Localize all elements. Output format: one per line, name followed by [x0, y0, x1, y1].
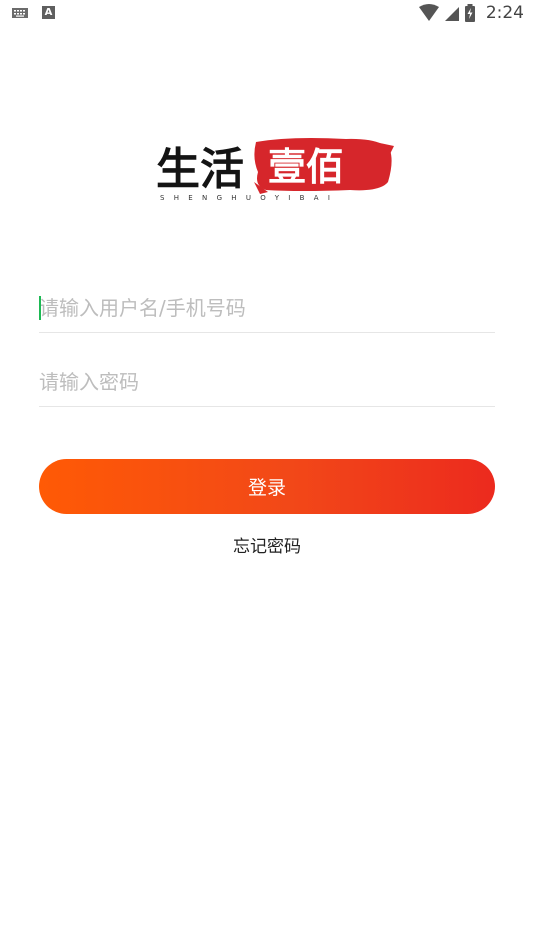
login-button-label: 登录: [247, 477, 286, 499]
logo-text-right: 壹佰: [268, 144, 344, 189]
password-input[interactable]: [39, 358, 495, 406]
username-field[interactable]: [39, 284, 495, 333]
status-bar-right: 2:24: [418, 3, 524, 23]
status-bar-left: A: [12, 6, 55, 19]
logo-caption: SHENGHUOYIBAI: [160, 194, 340, 202]
wifi-icon: [418, 4, 439, 21]
clock-time: 2:24: [485, 3, 524, 23]
signal-icon: [444, 7, 459, 21]
a-badge-icon: A: [42, 6, 55, 19]
logo-text-left: 生活: [156, 144, 244, 195]
text-caret: [39, 296, 41, 320]
a-badge-letter: A: [44, 7, 53, 18]
status-bar: A 2:24: [0, 0, 534, 28]
keyboard-icon: [12, 7, 28, 18]
forgot-password-link[interactable]: 忘记密码: [0, 532, 534, 557]
username-input[interactable]: [39, 284, 495, 332]
password-field[interactable]: [39, 358, 495, 407]
login-button[interactable]: 登录: [39, 459, 495, 514]
battery-charging-icon: [464, 4, 475, 22]
